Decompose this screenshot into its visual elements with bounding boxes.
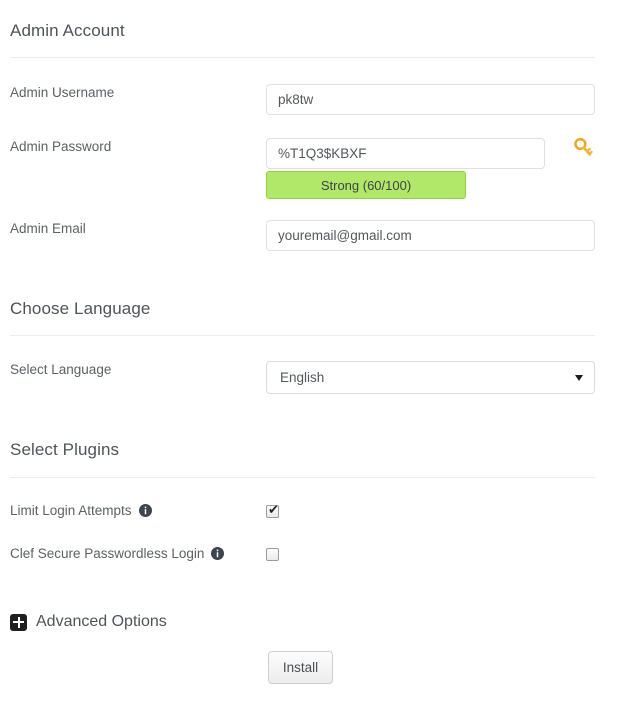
admin-username-input[interactable] — [266, 84, 595, 115]
password-strength-text: Strong (60/100) — [320, 177, 412, 193]
select-language-label: Select Language — [10, 362, 112, 377]
section-heading-select-plugins: Select Plugins — [10, 440, 120, 459]
plugin-checkbox-clef-secure-passwordless-login[interactable] — [266, 548, 279, 561]
admin-username-label: Admin Username — [10, 85, 115, 100]
select-language-dropdown[interactable]: English — [266, 361, 595, 394]
plugin-checkbox-limit-login-attempts[interactable]: ✔ — [266, 503, 279, 518]
plugin-name-clef-secure-passwordless-login: Clef Secure Passwordless Login — [10, 546, 205, 561]
chevron-down-icon — [575, 374, 583, 381]
select-language-value: English — [280, 370, 325, 385]
section-heading-admin-account: Admin Account — [10, 21, 125, 40]
info-icon[interactable] — [138, 504, 152, 517]
admin-password-input[interactable] — [266, 138, 545, 169]
info-icon[interactable] — [211, 547, 225, 560]
section-divider-admin-account — [10, 57, 595, 58]
advanced-options-label: Advanced Options — [36, 613, 167, 630]
plugin-label-clef-secure-passwordless-login: Clef Secure Passwordless Login — [10, 546, 225, 561]
installer-form-page: Admin Account Admin Username Admin Passw… — [0, 0, 620, 712]
section-heading-choose-language: Choose Language — [10, 299, 151, 318]
plus-square-icon — [10, 613, 27, 631]
password-strength-indicator: Strong (60/100) — [266, 171, 466, 199]
check-icon: ✔ — [268, 503, 279, 518]
admin-password-label: Admin Password — [10, 139, 112, 154]
advanced-options-toggle[interactable]: Advanced Options — [10, 613, 167, 631]
admin-email-input[interactable] — [266, 220, 595, 251]
admin-email-label: Admin Email — [10, 221, 86, 236]
key-icon[interactable] — [571, 135, 597, 161]
section-divider-select-plugins — [10, 477, 595, 478]
plugin-name-limit-login-attempts: Limit Login Attempts — [10, 503, 132, 518]
install-button[interactable]: Install — [268, 651, 333, 684]
section-divider-choose-language — [10, 335, 595, 336]
plugin-label-limit-login-attempts: Limit Login Attempts — [10, 503, 152, 518]
